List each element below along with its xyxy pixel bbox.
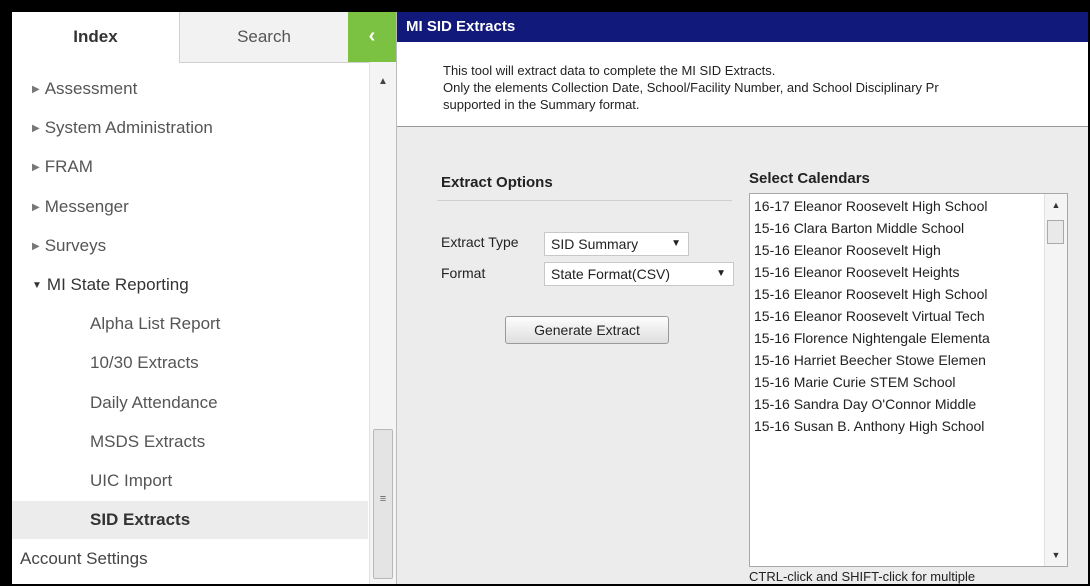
extract-type-value: SID Summary xyxy=(551,236,639,252)
calendar-option[interactable]: 15-16 Eleanor Roosevelt Virtual Tech xyxy=(754,305,1044,327)
nav-item-assessment[interactable]: ▶ Assessment xyxy=(12,70,368,108)
nav-item-label: Surveys xyxy=(44,235,107,255)
calendar-option[interactable]: 15-16 Florence Nightengale Elementa xyxy=(754,327,1044,349)
calendar-option[interactable]: 16-17 Eleanor Roosevelt High School xyxy=(754,195,1044,217)
extract-options-divider xyxy=(437,200,732,201)
nav-item-label: UIC Import xyxy=(90,471,173,490)
nav-item-label: Daily Attendance xyxy=(90,392,218,412)
nav-item-uic-import[interactable]: UIC Import xyxy=(12,462,368,500)
generate-extract-button[interactable]: Generate Extract xyxy=(505,316,669,344)
description-line: Only the elements Collection Date, Schoo… xyxy=(443,80,939,95)
calendar-scrollbar[interactable]: ▲ ▼ xyxy=(1044,194,1067,566)
nav-item-label: SID Extracts xyxy=(90,510,191,530)
dropdown-arrow-icon: ▼ xyxy=(671,238,681,249)
collapse-panel-button[interactable]: ‹ xyxy=(348,12,396,62)
caret-right-icon: ▶ xyxy=(32,123,40,135)
scroll-down-arrow-icon[interactable]: ▼ xyxy=(1045,550,1067,560)
nav-scrollbar-thumb[interactable]: ≡ xyxy=(373,429,393,579)
description-line: This tool will extract data to complete … xyxy=(443,63,776,78)
tab-search[interactable]: Search xyxy=(180,12,348,62)
extract-options-heading: Extract Options xyxy=(441,174,553,191)
calendar-scrollbar-thumb[interactable] xyxy=(1047,220,1064,244)
nav-item-alpha-list-report[interactable]: Alpha List Report xyxy=(12,305,368,343)
chevron-left-icon: ‹ xyxy=(368,25,376,47)
nav-scrollbar[interactable]: ▲ ≡ xyxy=(369,62,396,584)
caret-right-icon: ▶ xyxy=(32,240,40,252)
scroll-up-arrow-icon[interactable]: ▲ xyxy=(1045,200,1067,210)
calendar-listbox[interactable]: 16-17 Eleanor Roosevelt High School 15-16… xyxy=(749,193,1068,567)
nav-item-surveys[interactable]: ▶ Surveys xyxy=(12,227,368,265)
caret-right-icon: ▶ xyxy=(32,162,40,174)
calendar-option[interactable]: 15-16 Harriet Beecher Stowe Elemen xyxy=(754,349,1044,371)
calendar-option[interactable]: 15-16 Sandra Day O'Connor Middle xyxy=(754,393,1044,415)
scroll-up-arrow-icon[interactable]: ▲ xyxy=(370,76,396,87)
description-line: supported in the Summary format. xyxy=(443,97,640,112)
nav-item-fram[interactable]: ▶ FRAM xyxy=(12,148,368,186)
format-label: Format xyxy=(441,265,486,281)
nav-item-mi-state-reporting[interactable]: ▼ MI State Reporting xyxy=(12,266,368,304)
nav-item-system-administration[interactable]: ▶ System Administration xyxy=(12,109,368,147)
dropdown-arrow-icon: ▼ xyxy=(716,268,726,279)
nav-item-label: System Administration xyxy=(44,118,213,138)
calendar-option[interactable]: 15-16 Eleanor Roosevelt High xyxy=(754,239,1044,261)
nav-item-label: Alpha List Report xyxy=(90,314,221,334)
calendar-option[interactable]: 15-16 Eleanor Roosevelt High School xyxy=(754,283,1044,305)
tool-description: This tool will extract data to complete … xyxy=(397,42,1088,127)
extract-type-label: Extract Type xyxy=(441,234,519,250)
nav-item-label: FRAM xyxy=(44,157,93,177)
calendar-option[interactable]: 15-16 Eleanor Roosevelt Heights xyxy=(754,261,1044,283)
calendar-option[interactable]: 15-16 Susan B. Anthony High School xyxy=(754,415,1044,437)
calendar-options: 16-17 Eleanor Roosevelt High School 15-16… xyxy=(754,195,1044,437)
left-navigation-panel: Index Search ‹ ▶ Assessment ▶ System Admini… xyxy=(12,12,397,584)
multi-select-hint: CTRL-click and SHIFT-click for multiple xyxy=(749,569,976,584)
nav-item-label: Messenger xyxy=(44,196,129,216)
nav-item-label: MI State Reporting xyxy=(46,275,189,294)
nav-item-msds-extracts[interactable]: MSDS Extracts xyxy=(12,423,368,461)
nav-item-label: Account Settings xyxy=(20,549,148,569)
app-frame: Index Search ‹ ▶ Assessment ▶ System Admini… xyxy=(12,12,1088,584)
nav-item-daily-attendance[interactable]: Daily Attendance xyxy=(12,384,368,422)
extract-type-select[interactable]: SID Summary ▼ xyxy=(544,232,689,256)
format-select[interactable]: State Format(CSV) ▼ xyxy=(544,262,734,286)
nav-item-label: 10/30 Extracts xyxy=(90,353,199,373)
calendar-option[interactable]: 15-16 Clara Barton Middle School xyxy=(754,217,1044,239)
grip-lines-icon: ≡ xyxy=(379,493,387,505)
format-value: State Format(CSV) xyxy=(551,266,671,282)
nav-tabs: Index Search ‹ xyxy=(12,12,396,63)
nav-item-label: MSDS Extracts xyxy=(90,431,206,451)
caret-right-icon: ▶ xyxy=(32,84,40,95)
main-content: MI SID Extracts This tool will extract d… xyxy=(397,12,1088,584)
tab-index[interactable]: Index xyxy=(12,12,180,63)
nav-item-account-settings[interactable]: Account Settings xyxy=(12,540,368,578)
select-calendars-heading: Select Calendars xyxy=(749,170,870,187)
nav-item-10-30-extracts[interactable]: 10/30 Extracts xyxy=(12,344,368,382)
nav-item-messenger[interactable]: ▶ Messenger xyxy=(12,188,368,226)
caret-down-icon: ▼ xyxy=(32,280,42,291)
nav-item-label: Assessment xyxy=(44,79,138,98)
page-title: MI SID Extracts xyxy=(397,12,1088,42)
caret-right-icon: ▶ xyxy=(32,201,40,213)
navigation-tree: ▶ Assessment ▶ System Administration ▶ FRAM ▶ M… xyxy=(12,62,368,584)
nav-item-sid-extracts[interactable]: SID Extracts xyxy=(12,501,368,540)
calendar-option[interactable]: 15-16 Marie Curie STEM School xyxy=(754,371,1044,393)
